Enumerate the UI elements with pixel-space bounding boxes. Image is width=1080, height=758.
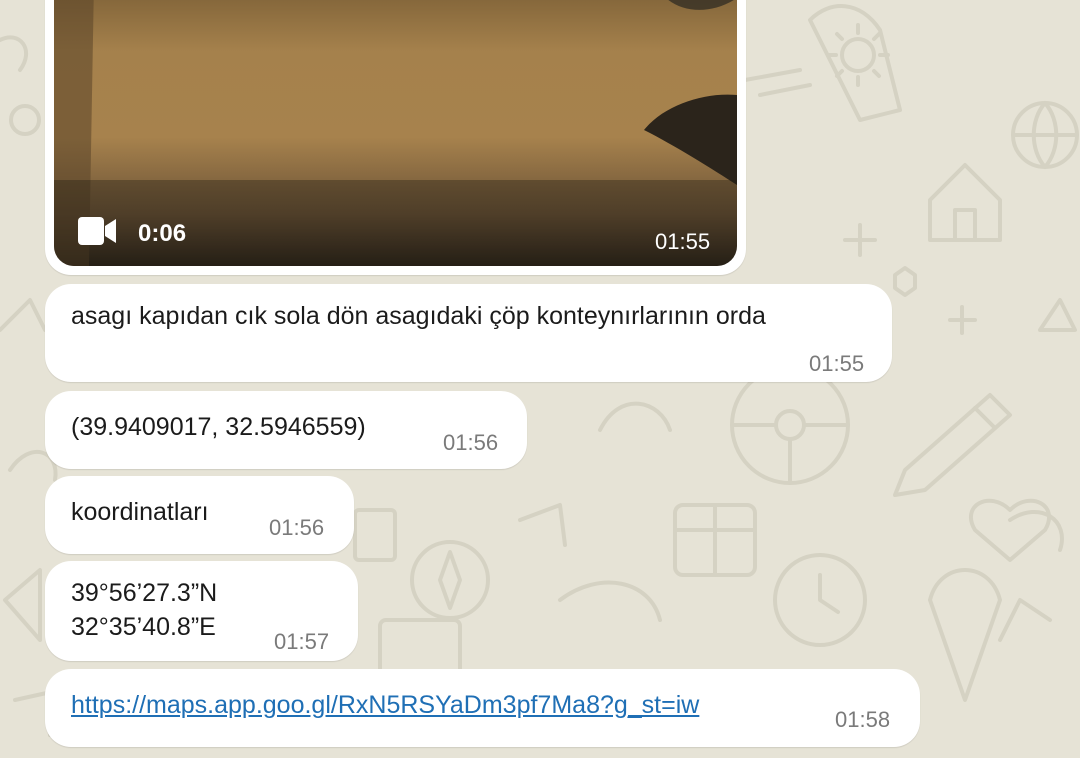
message-timestamp: 01:56 (269, 515, 325, 540)
message-timestamp: 01:56 (443, 430, 499, 455)
chat-thread[interactable]: 0:06 01:55 asagı kapıdan cık sola dön as… (0, 0, 1080, 758)
message-text: koordinatları (71, 498, 209, 526)
video-thumbnail[interactable]: 0:06 01:55 (54, 0, 737, 266)
message-text-line: 39°56’27.3”N (71, 579, 218, 607)
message-text: (39.9409017, 32.5946559) (71, 413, 366, 441)
message-text: asagı kapıdan cık sola dön asagıdaki çöp… (71, 302, 766, 330)
message-timestamp: 01:57 (274, 629, 330, 654)
message-bubble[interactable]: https://maps.app.goo.gl/RxN5RSYaDm3pf7Ma… (45, 669, 920, 747)
message-text-line: 32°35’40.8”E (71, 613, 216, 641)
video-duration: 0:06 (138, 220, 187, 247)
message-bubble[interactable]: koordinatları 01:56 (45, 476, 354, 554)
message-timestamp: 01:58 (835, 707, 891, 732)
message-timestamp: 01:55 (809, 351, 865, 376)
video-message-bubble[interactable]: 0:06 01:55 (45, 0, 746, 275)
video-camera-icon (78, 217, 116, 245)
message-bubble[interactable]: asagı kapıdan cık sola dön asagıdaki çöp… (45, 284, 892, 382)
message-bubble[interactable]: (39.9409017, 32.5946559) 01:56 (45, 391, 527, 469)
maps-link[interactable]: https://maps.app.goo.gl/RxN5RSYaDm3pf7Ma… (71, 689, 699, 721)
message-bubble[interactable]: 39°56’27.3”N 32°35’40.8”E 01:57 (45, 561, 358, 661)
message-timestamp: 01:55 (655, 229, 711, 254)
